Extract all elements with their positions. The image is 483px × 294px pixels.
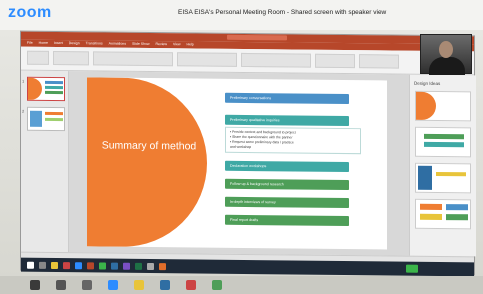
person-face [439, 41, 453, 58]
task-view-icon[interactable] [82, 280, 92, 290]
start-icon[interactable] [30, 280, 40, 290]
zoom-share-indicator[interactable] [406, 264, 418, 273]
design-ideas-pane: Design Ideas [409, 74, 476, 257]
design-pane-title: Design Ideas [414, 80, 441, 87]
zoom-icon[interactable] [108, 280, 118, 290]
designer-group[interactable] [359, 54, 399, 69]
start-icon[interactable] [27, 261, 34, 269]
method-steps: Preliminary conversations Preliminary qu… [225, 92, 361, 227]
step-box: Declaration workshops [225, 160, 349, 173]
zoom-title-bar: zoom EISA EISA's Personal Meeting Room -… [0, 0, 483, 30]
excel-icon[interactable] [135, 262, 142, 270]
current-slide[interactable]: Summary of method Preliminary conversati… [87, 77, 387, 250]
bullet-text: and workshop [230, 144, 252, 150]
word-icon[interactable] [111, 262, 118, 270]
slide-canvas: Summary of method Preliminary conversati… [69, 71, 409, 256]
app-icon[interactable] [63, 261, 70, 269]
slides-group[interactable] [53, 50, 89, 66]
step-box: In-depth interviews of survey [225, 196, 349, 209]
paragraph-group[interactable] [177, 52, 237, 67]
design-idea-2[interactable] [415, 126, 471, 158]
design-idea-1[interactable] [415, 90, 471, 122]
app-icon[interactable] [159, 262, 166, 270]
step-box: Follow-up & background research [225, 178, 349, 191]
design-idea-3[interactable] [415, 162, 471, 194]
folder-icon[interactable] [134, 280, 144, 290]
app-icon[interactable] [186, 280, 196, 290]
step-box: Preliminary qualitative inquiries [225, 114, 349, 127]
orange-half-circle [87, 77, 207, 248]
app-icon[interactable] [212, 280, 222, 290]
folder-icon[interactable] [51, 261, 58, 269]
drawing-group[interactable] [241, 52, 311, 68]
design-idea-4[interactable] [415, 198, 471, 230]
slide-title: Summary of method [101, 139, 197, 153]
slide-thumbnails: 1 2 [21, 70, 69, 253]
step-box: Final report drafts [225, 214, 349, 227]
search-box[interactable] [227, 34, 287, 41]
meeting-title: EISA EISA's Personal Meeting Room - Shar… [178, 9, 387, 16]
shared-screen: File Home Insert Design Transitions Anim… [20, 30, 476, 277]
app-icon[interactable] [147, 262, 154, 270]
step-box: Preliminary conversations [225, 92, 349, 105]
search-icon[interactable] [39, 261, 46, 269]
zoom-logo: zoom [8, 4, 52, 21]
thumbnail-number: 2 [22, 108, 25, 114]
zoom-icon[interactable] [75, 261, 82, 269]
tab-file[interactable]: File [27, 40, 33, 47]
app-icon[interactable] [99, 261, 106, 270]
bullet-box: • Provide context and background to proj… [225, 126, 361, 155]
powerpoint-icon[interactable] [87, 261, 94, 269]
person-silhouette [429, 57, 465, 75]
paste-button[interactable] [27, 50, 49, 65]
laptop-taskbar [0, 276, 483, 294]
editing-group[interactable] [315, 53, 355, 69]
thumbnail-slide-2[interactable] [27, 106, 65, 132]
photo-frame: zoom EISA EISA's Personal Meeting Room -… [0, 0, 483, 294]
thumbnail-number: 1 [22, 78, 25, 84]
search-icon[interactable] [56, 280, 66, 290]
font-group[interactable] [93, 51, 173, 67]
speaker-video[interactable] [420, 34, 472, 75]
app-icon[interactable] [123, 262, 130, 270]
thumbnail-slide-1[interactable] [27, 76, 65, 102]
app-icon[interactable] [160, 280, 170, 290]
